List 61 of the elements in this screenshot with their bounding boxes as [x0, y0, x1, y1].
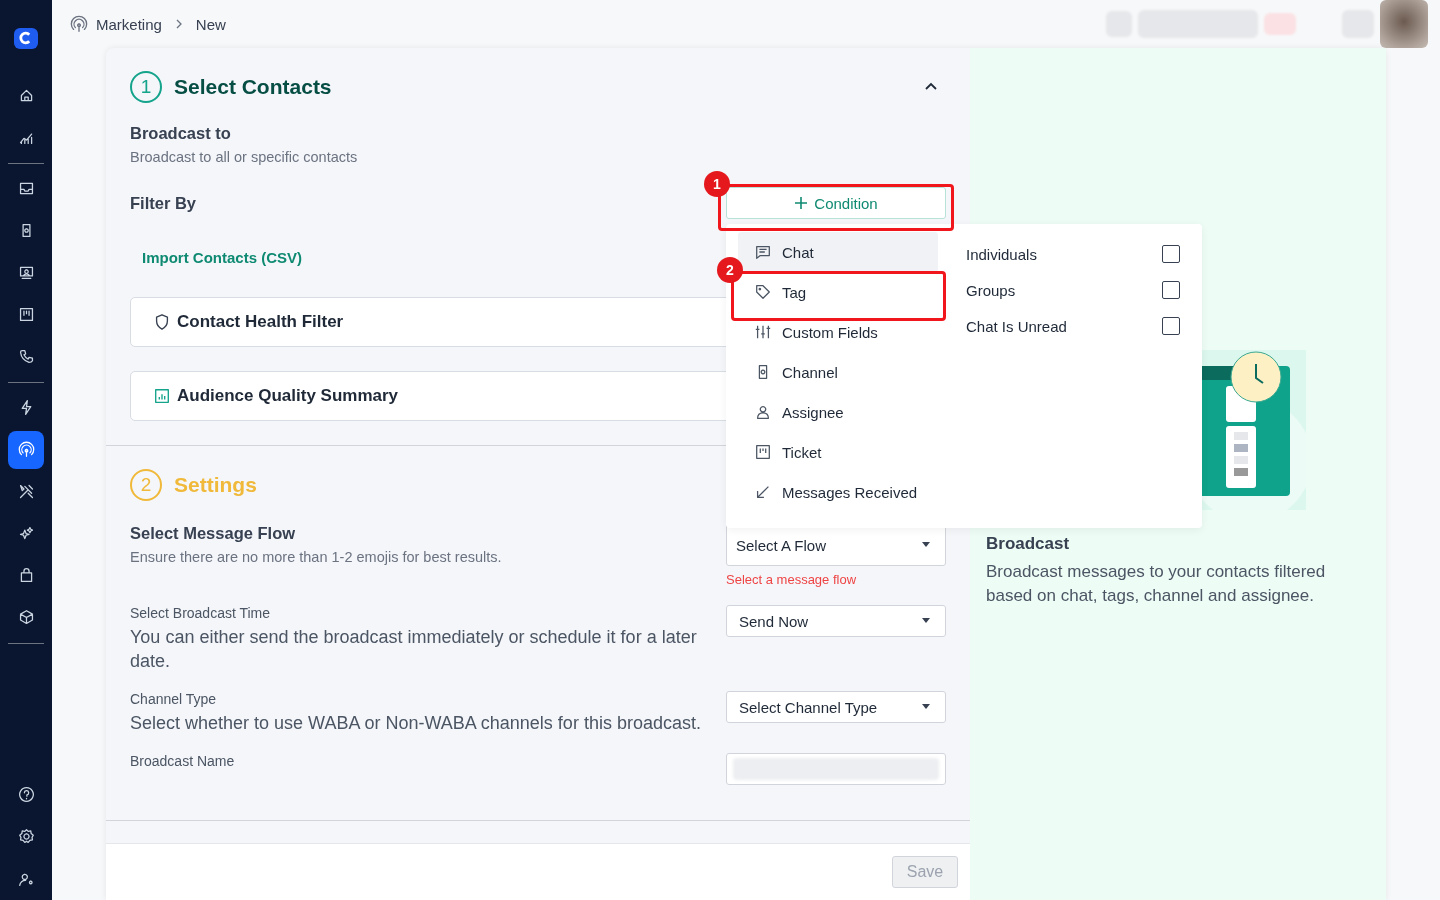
person-icon	[754, 403, 772, 421]
dropdown-select[interactable]: Select A Flow	[726, 524, 946, 566]
error-message: Select a message flow	[726, 572, 858, 587]
settings-icon	[17, 828, 35, 846]
field-label: Channel Type	[130, 691, 218, 707]
step-badge: 1	[704, 171, 730, 197]
add-condition-button[interactable]: Condition	[726, 187, 946, 219]
option-label: Groups	[966, 281, 1016, 299]
info-text: Broadcast messages to your contacts filtered based on chat, tags, channel and assignee.	[986, 561, 1327, 607]
cube-icon	[17, 609, 35, 627]
caret-icon	[921, 542, 931, 548]
input-field[interactable]	[726, 753, 946, 785]
broadcast-icon	[70, 15, 88, 33]
contact-card-icon	[17, 264, 35, 282]
tools-icon	[17, 483, 35, 501]
option-label: Individuals	[966, 245, 1037, 263]
dropdown-select[interactable]: Send Now	[726, 605, 946, 637]
shield-icon	[153, 313, 171, 331]
phone-icon	[17, 348, 35, 366]
board-icon	[754, 443, 772, 461]
help-icon	[17, 786, 35, 804]
import-contacts-link[interactable]: Import Contacts (CSV)	[142, 249, 302, 266]
field-label: Broadcast to	[130, 124, 232, 143]
panel-title: Audience Quality Summary	[177, 386, 399, 406]
checkbox[interactable]	[1162, 317, 1180, 335]
chart-icon	[153, 387, 171, 405]
section-title: Select Contacts	[174, 75, 332, 99]
menu-item[interactable]: Ticket	[738, 432, 938, 472]
dropdown-select[interactable]: Select Channel Type	[726, 691, 946, 723]
step-number: 1	[130, 71, 162, 103]
field-label: Filter By	[130, 193, 197, 213]
field-hint: Select whether to use WABA or Non-WABA channels for this broadcast.	[130, 712, 702, 735]
checkbox[interactable]	[1162, 245, 1180, 263]
field-label: Broadcast Name	[130, 753, 236, 769]
field-label: Select Broadcast Time	[130, 605, 272, 621]
step-number: 2	[130, 469, 162, 501]
field-hint: Broadcast to all or specific contacts	[130, 149, 359, 165]
panel-title: Contact Health Filter	[177, 312, 344, 332]
checkbox[interactable]	[1162, 281, 1180, 299]
info-title: Broadcast	[986, 534, 1071, 554]
board-icon	[17, 306, 35, 324]
field-label: Select Message Flow	[130, 524, 297, 543]
breadcrumb-link[interactable]: Marketing	[96, 15, 162, 33]
avatar[interactable]	[1380, 0, 1428, 48]
plus-icon	[794, 196, 809, 210]
menu-item[interactable]: Chat	[738, 232, 938, 272]
option-label: Chat Is Unread	[966, 317, 1067, 335]
field-hint: Ensure there are no more than 1-2 emojis for best results.	[130, 549, 503, 565]
caret-icon	[921, 704, 931, 710]
breadcrumb-current: New	[195, 15, 226, 33]
menu-item[interactable]: Messages Received	[738, 472, 938, 512]
caret-icon	[921, 618, 931, 624]
chat-icon	[754, 243, 772, 261]
step-badge: 2	[717, 257, 743, 283]
field-hint: You can either send the broadcast immediately or schedule it for a later date.	[130, 626, 698, 673]
broadcast-nav-button[interactable]	[8, 430, 44, 469]
section-title: Settings	[174, 473, 257, 497]
logo-icon[interactable]	[14, 28, 38, 49]
broadcast-icon	[17, 441, 35, 459]
sliders-icon	[754, 323, 772, 341]
tag-icon	[754, 283, 772, 301]
